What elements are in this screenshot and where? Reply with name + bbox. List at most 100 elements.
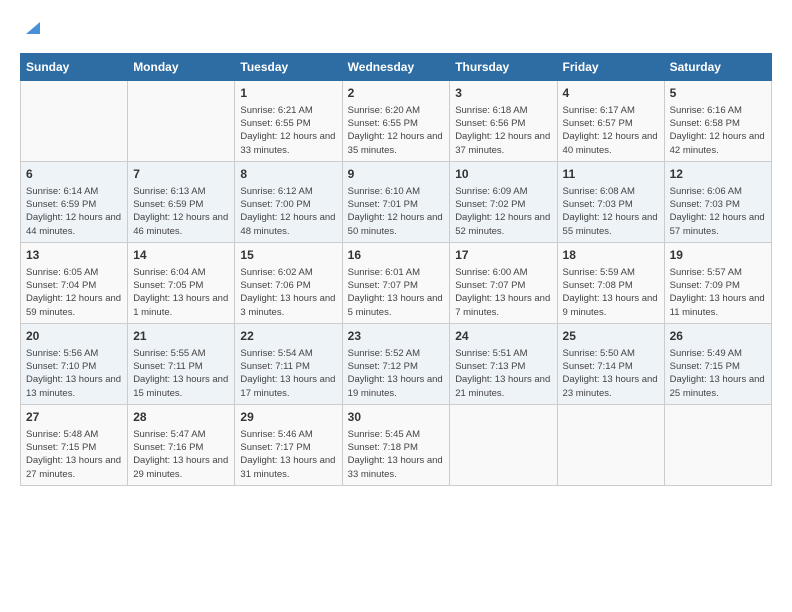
calendar-table: SundayMondayTuesdayWednesdayThursdayFrid… <box>20 53 772 486</box>
calendar-cell <box>557 404 664 485</box>
day-number: 30 <box>348 409 445 426</box>
day-number: 7 <box>133 166 229 183</box>
calendar-cell <box>450 404 557 485</box>
calendar-cell: 30 Sunrise: 5:45 AMSunset: 7:18 PMDayligh… <box>342 404 450 485</box>
calendar-cell: 27Sunrise: 5:48 AMSunset: 7:15 PMDayligh… <box>21 404 128 485</box>
calendar-cell: 1 Sunrise: 6:21 AMSunset: 6:55 PMDaylight… <box>235 81 342 162</box>
calendar-cell: 20Sunrise: 5:56 AMSunset: 7:10 PMDayligh… <box>21 323 128 404</box>
day-info: Sunrise: 6:21 AMSunset: 6:55 PMDaylight:… <box>240 104 336 157</box>
calendar-cell: 6 Sunrise: 6:14 AMSunset: 6:59 PMDaylight… <box>21 161 128 242</box>
week-row: 6 Sunrise: 6:14 AMSunset: 6:59 PMDaylight… <box>21 161 772 242</box>
calendar-cell: 18 Sunrise: 5:59 AMSunset: 7:08 PMDayligh… <box>557 242 664 323</box>
day-number: 14 <box>133 247 229 264</box>
calendar-cell: 9 Sunrise: 6:10 AMSunset: 7:01 PMDaylight… <box>342 161 450 242</box>
calendar-cell: 15Sunrise: 6:02 AMSunset: 7:06 PMDayligh… <box>235 242 342 323</box>
calendar-cell <box>21 81 128 162</box>
calendar-cell: 26Sunrise: 5:49 AMSunset: 7:15 PMDayligh… <box>664 323 771 404</box>
calendar-cell: 17 Sunrise: 6:00 AMSunset: 7:07 PMDayligh… <box>450 242 557 323</box>
day-info: Sunrise: 6:00 AMSunset: 7:07 PMDaylight:… <box>455 266 551 319</box>
day-info: Sunrise: 5:54 AMSunset: 7:11 PMDaylight:… <box>240 347 336 400</box>
calendar-cell: 4Sunrise: 6:17 AMSunset: 6:57 PMDaylight… <box>557 81 664 162</box>
day-number: 25 <box>563 328 659 345</box>
day-info: Sunrise: 6:08 AMSunset: 7:03 PMDaylight:… <box>563 185 659 238</box>
header-saturday: Saturday <box>664 54 771 81</box>
header-tuesday: Tuesday <box>235 54 342 81</box>
day-number: 23 <box>348 328 445 345</box>
day-number: 17 <box>455 247 551 264</box>
day-number: 1 <box>240 85 336 102</box>
day-info: Sunrise: 6:14 AMSunset: 6:59 PMDaylight:… <box>26 185 122 238</box>
calendar-cell: 5 Sunrise: 6:16 AMSunset: 6:58 PMDaylight… <box>664 81 771 162</box>
header-sunday: Sunday <box>21 54 128 81</box>
week-row: 27Sunrise: 5:48 AMSunset: 7:15 PMDayligh… <box>21 404 772 485</box>
header-monday: Monday <box>128 54 235 81</box>
day-info: Sunrise: 6:05 AMSunset: 7:04 PMDaylight:… <box>26 266 122 319</box>
calendar-cell: 11 Sunrise: 6:08 AMSunset: 7:03 PMDayligh… <box>557 161 664 242</box>
week-row: 13 Sunrise: 6:05 AMSunset: 7:04 PMDayligh… <box>21 242 772 323</box>
day-number: 21 <box>133 328 229 345</box>
day-info: Sunrise: 5:59 AMSunset: 7:08 PMDaylight:… <box>563 266 659 319</box>
calendar-cell: 13 Sunrise: 6:05 AMSunset: 7:04 PMDayligh… <box>21 242 128 323</box>
day-number: 18 <box>563 247 659 264</box>
day-info: Sunrise: 5:47 AMSunset: 7:16 PMDaylight:… <box>133 428 229 481</box>
header-friday: Friday <box>557 54 664 81</box>
day-info: Sunrise: 6:17 AMSunset: 6:57 PMDaylight:… <box>563 104 659 157</box>
day-info: Sunrise: 5:45 AMSunset: 7:18 PMDaylight:… <box>348 428 445 481</box>
day-info: Sunrise: 6:18 AMSunset: 6:56 PMDaylight:… <box>455 104 551 157</box>
day-number: 8 <box>240 166 336 183</box>
calendar-cell: 7 Sunrise: 6:13 AMSunset: 6:59 PMDaylight… <box>128 161 235 242</box>
day-number: 9 <box>348 166 445 183</box>
calendar-cell: 14Sunrise: 6:04 AMSunset: 7:05 PMDayligh… <box>128 242 235 323</box>
calendar-cell: 19 Sunrise: 5:57 AMSunset: 7:09 PMDayligh… <box>664 242 771 323</box>
header-wednesday: Wednesday <box>342 54 450 81</box>
day-info: Sunrise: 6:10 AMSunset: 7:01 PMDaylight:… <box>348 185 445 238</box>
day-number: 6 <box>26 166 122 183</box>
header-thursday: Thursday <box>450 54 557 81</box>
day-info: Sunrise: 6:20 AMSunset: 6:55 PMDaylight:… <box>348 104 445 157</box>
calendar-cell: 16 Sunrise: 6:01 AMSunset: 7:07 PMDayligh… <box>342 242 450 323</box>
day-info: Sunrise: 6:12 AMSunset: 7:00 PMDaylight:… <box>240 185 336 238</box>
calendar-cell: 12 Sunrise: 6:06 AMSunset: 7:03 PMDayligh… <box>664 161 771 242</box>
calendar-cell: 28 Sunrise: 5:47 AMSunset: 7:16 PMDayligh… <box>128 404 235 485</box>
calendar-cell: 10 Sunrise: 6:09 AMSunset: 7:02 PMDayligh… <box>450 161 557 242</box>
calendar-cell: 25Sunrise: 5:50 AMSunset: 7:14 PMDayligh… <box>557 323 664 404</box>
day-info: Sunrise: 5:46 AMSunset: 7:17 PMDaylight:… <box>240 428 336 481</box>
logo <box>20 20 42 43</box>
day-info: Sunrise: 6:06 AMSunset: 7:03 PMDaylight:… <box>670 185 766 238</box>
day-info: Sunrise: 6:02 AMSunset: 7:06 PMDaylight:… <box>240 266 336 319</box>
day-number: 28 <box>133 409 229 426</box>
day-info: Sunrise: 6:16 AMSunset: 6:58 PMDaylight:… <box>670 104 766 157</box>
day-info: Sunrise: 6:13 AMSunset: 6:59 PMDaylight:… <box>133 185 229 238</box>
day-number: 5 <box>670 85 766 102</box>
day-info: Sunrise: 5:48 AMSunset: 7:15 PMDaylight:… <box>26 428 122 481</box>
calendar-cell: 24Sunrise: 5:51 AMSunset: 7:13 PMDayligh… <box>450 323 557 404</box>
day-number: 11 <box>563 166 659 183</box>
day-info: Sunrise: 5:55 AMSunset: 7:11 PMDaylight:… <box>133 347 229 400</box>
day-number: 16 <box>348 247 445 264</box>
calendar-cell: 3 Sunrise: 6:18 AMSunset: 6:56 PMDaylight… <box>450 81 557 162</box>
calendar-cell <box>664 404 771 485</box>
day-info: Sunrise: 6:01 AMSunset: 7:07 PMDaylight:… <box>348 266 445 319</box>
day-number: 20 <box>26 328 122 345</box>
week-row: 20Sunrise: 5:56 AMSunset: 7:10 PMDayligh… <box>21 323 772 404</box>
day-info: Sunrise: 5:52 AMSunset: 7:12 PMDaylight:… <box>348 347 445 400</box>
day-number: 26 <box>670 328 766 345</box>
day-number: 2 <box>348 85 445 102</box>
day-info: Sunrise: 6:09 AMSunset: 7:02 PMDaylight:… <box>455 185 551 238</box>
calendar-cell: 21 Sunrise: 5:55 AMSunset: 7:11 PMDayligh… <box>128 323 235 404</box>
calendar-cell: 8 Sunrise: 6:12 AMSunset: 7:00 PMDaylight… <box>235 161 342 242</box>
calendar-header-row: SundayMondayTuesdayWednesdayThursdayFrid… <box>21 54 772 81</box>
day-number: 29 <box>240 409 336 426</box>
day-number: 10 <box>455 166 551 183</box>
day-info: Sunrise: 5:51 AMSunset: 7:13 PMDaylight:… <box>455 347 551 400</box>
day-number: 19 <box>670 247 766 264</box>
day-info: Sunrise: 5:57 AMSunset: 7:09 PMDaylight:… <box>670 266 766 319</box>
calendar-cell: 23 Sunrise: 5:52 AMSunset: 7:12 PMDayligh… <box>342 323 450 404</box>
calendar-cell: 22 Sunrise: 5:54 AMSunset: 7:11 PMDayligh… <box>235 323 342 404</box>
calendar-cell <box>128 81 235 162</box>
day-number: 22 <box>240 328 336 345</box>
day-number: 13 <box>26 247 122 264</box>
calendar-cell: 2 Sunrise: 6:20 AMSunset: 6:55 PMDaylight… <box>342 81 450 162</box>
day-number: 12 <box>670 166 766 183</box>
day-number: 3 <box>455 85 551 102</box>
